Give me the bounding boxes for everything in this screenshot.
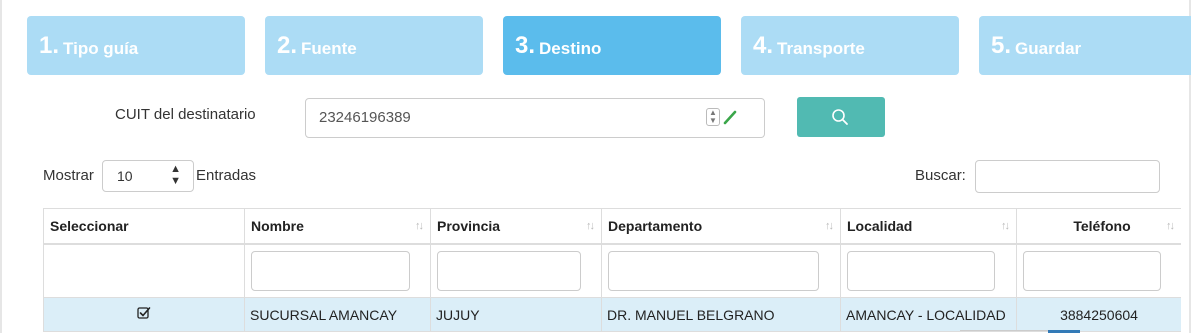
cell-departamento: DR. MANUEL BELGRANO (601, 297, 841, 332)
search-icon (832, 109, 848, 125)
nombre-filter-input[interactable] (251, 251, 410, 292)
cell-provincia: JUJUY (430, 297, 602, 332)
valid-check-icon (723, 110, 737, 125)
step-destino[interactable]: 3. Destino (503, 16, 721, 75)
filter-cell-empty (43, 243, 245, 298)
step-label: Destino (539, 38, 602, 58)
departamento-filter-input[interactable] (608, 251, 819, 292)
provincia-filter-input[interactable] (437, 251, 581, 292)
step-fuente[interactable]: 2. Fuente (265, 16, 483, 75)
sort-icon: ↑↓ (1001, 220, 1010, 232)
filter-input[interactable] (975, 160, 1160, 193)
step-guardar[interactable]: 5. Guardar (979, 16, 1191, 75)
step-label: Tipo guía (63, 38, 139, 58)
column-header-departamento[interactable]: Departamento ↑↓ (601, 208, 841, 245)
column-header-localidad[interactable]: Localidad ↑↓ (840, 208, 1017, 245)
column-header-telefono[interactable]: Teléfono ↑↓ (1016, 208, 1181, 245)
step-label: Fuente (301, 38, 357, 58)
wizard-steps: 1. Tipo guía 2. Fuente 3. Destino 4. Tra… (0, 0, 1191, 80)
pagination-edge (960, 330, 1048, 331)
cuit-label: CUIT del destinatario (115, 106, 256, 123)
cell-localidad: AMANCAY - LOCALIDAD (840, 297, 1017, 332)
entries-per-page-value: 10 (117, 168, 133, 184)
sort-icon: ↑↓ (825, 220, 834, 232)
length-label-after: Entradas (196, 167, 257, 184)
checked-checkbox-icon[interactable] (137, 306, 151, 320)
step-label: Transporte (777, 38, 865, 58)
filter-label: Buscar: (915, 167, 966, 184)
step-label: Guardar (1015, 38, 1082, 58)
cell-nombre: SUCURSAL AMANCAY (244, 297, 431, 332)
column-header-seleccionar: Seleccionar (43, 208, 245, 245)
column-header-provincia[interactable]: Provincia ↑↓ (430, 208, 602, 245)
number-spinner-icon[interactable]: ▲ ▼ (706, 108, 720, 126)
destinatarios-table: Seleccionar Nombre ↑↓ Provincia ↑↓ Departa… (43, 208, 1181, 333)
sort-icon: ↑↓ (1166, 220, 1175, 232)
length-label-before: Mostrar (43, 167, 94, 184)
row-select-cell[interactable] (43, 297, 245, 332)
column-filter-row (43, 243, 1181, 298)
search-button[interactable] (797, 97, 885, 137)
step-number: 3. (515, 31, 536, 59)
sort-icon: ↑↓ (586, 220, 595, 232)
step-number: 4. (753, 31, 774, 59)
cell-telefono: 3884250604 (1016, 297, 1181, 332)
select-caret-icon: ▲ ▼ (170, 163, 181, 187)
sort-icon: ↑↓ (415, 220, 424, 232)
step-transporte[interactable]: 4. Transporte (741, 16, 959, 75)
column-header-nombre[interactable]: Nombre ↑↓ (244, 208, 431, 245)
localidad-filter-input[interactable] (847, 251, 995, 292)
table-header-row: Seleccionar Nombre ↑↓ Provincia ↑↓ Departa… (43, 208, 1181, 245)
table-row[interactable]: SUCURSAL AMANCAY JUJUY DR. MANUEL BELGRA… (43, 297, 1181, 332)
step-tipo-guia[interactable]: 1. Tipo guía (27, 16, 245, 75)
step-number: 2. (277, 31, 298, 59)
step-number: 1. (39, 31, 60, 59)
step-number: 5. (991, 31, 1012, 59)
cuit-input[interactable]: 23246196389 (305, 98, 765, 138)
entries-per-page-select[interactable]: 10 ▲ ▼ (102, 160, 194, 192)
telefono-filter-input[interactable] (1023, 251, 1161, 292)
